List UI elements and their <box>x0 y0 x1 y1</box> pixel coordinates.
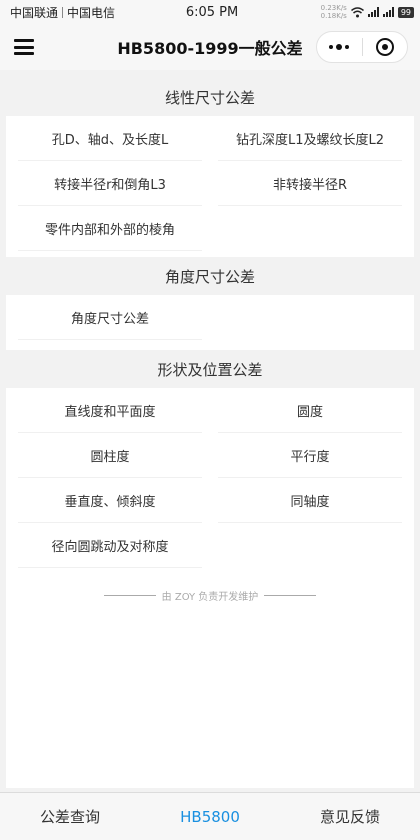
wifi-icon <box>350 6 364 17</box>
signal-icon-2 <box>382 7 394 17</box>
main-content: 线性尺寸公差 孔D、轴d、及长度L 钻孔深度L1及螺纹长度L2 转接半径r和倒角… <box>6 78 414 788</box>
status-icons: 0.23K/s 0.18K/s 99 <box>279 4 415 20</box>
status-bar: 中国联通 中国电信 6:05 PM 0.23K/s 0.18K/s 99 <box>0 0 420 24</box>
tab-hb5800[interactable]: HB5800 <box>140 793 280 840</box>
item-straightness-flatness[interactable]: 直线度和平面度 <box>18 388 202 433</box>
speed-up: 0.23K/s <box>320 4 347 12</box>
carrier-2: 中国电信 <box>67 5 116 20</box>
section-grid-angular: 角度尺寸公差 <box>6 295 414 344</box>
signal-icon-1 <box>367 7 379 17</box>
credit-line-left <box>103 595 156 596</box>
section-grid-form-position: 直线度和平面度 圆度 圆柱度 平行度 垂直度、倾斜度 同轴度 径向圆跳动及对称度 <box>6 388 414 572</box>
item-coaxiality[interactable]: 同轴度 <box>218 478 402 523</box>
section-header-linear: 线性尺寸公差 <box>6 78 414 116</box>
battery-icon: 99 <box>397 6 415 18</box>
speed-down: 0.18K/s <box>320 12 347 20</box>
section-grid-linear: 孔D、轴d、及长度L 钻孔深度L1及螺纹长度L2 转接半径r和倒角L3 非转接半… <box>6 116 414 255</box>
developer-credit: 由 ZOY 负责开发维护 <box>6 588 414 603</box>
network-speed: 0.23K/s 0.18K/s <box>321 4 347 20</box>
item-drill-depth-thread-length[interactable]: 钻孔深度L1及螺纹长度L2 <box>218 116 402 161</box>
item-part-edges[interactable]: 零件内部和外部的棱角 <box>18 206 202 251</box>
item-perpendicularity-angularity[interactable]: 垂直度、倾斜度 <box>18 478 202 523</box>
title-bar: HB5800-1999一般公差 <box>0 24 420 70</box>
tab-feedback[interactable]: 意见反馈 <box>280 793 420 840</box>
item-cylindricity[interactable]: 圆柱度 <box>18 433 202 478</box>
tab-tolerance-query[interactable]: 公差查询 <box>0 793 140 840</box>
item-hole-shaft-length[interactable]: 孔D、轴d、及长度L <box>18 116 202 161</box>
menu-icon[interactable] <box>14 39 34 55</box>
item-radial-runout-symmetry[interactable]: 径向圆跳动及对称度 <box>18 523 202 568</box>
item-parallelism[interactable]: 平行度 <box>218 433 402 478</box>
credit-line-right <box>264 595 317 596</box>
target-icon <box>375 38 394 56</box>
section-header-form-position: 形状及位置公差 <box>6 350 414 388</box>
close-miniprogram-button[interactable] <box>363 38 408 56</box>
page-title: HB5800-1999一般公差 <box>117 39 303 58</box>
item-angular-tolerance[interactable]: 角度尺寸公差 <box>18 295 202 340</box>
credit-text: 由 ZOY 负责开发维护 <box>161 592 259 603</box>
item-non-transition-radius[interactable]: 非转接半径R <box>218 161 402 206</box>
item-roundness[interactable]: 圆度 <box>218 388 402 433</box>
carrier-info: 中国联通 中国电信 <box>10 4 145 21</box>
carrier-1: 中国联通 <box>10 5 59 20</box>
clock: 6:05 PM <box>185 4 239 20</box>
item-transition-radius-chamfer[interactable]: 转接半径r和倒角L3 <box>18 161 202 206</box>
bottom-tab-bar: 公差查询 HB5800 意见反馈 <box>0 792 420 840</box>
section-header-angular: 角度尺寸公差 <box>6 257 414 295</box>
carrier-divider <box>62 6 64 18</box>
